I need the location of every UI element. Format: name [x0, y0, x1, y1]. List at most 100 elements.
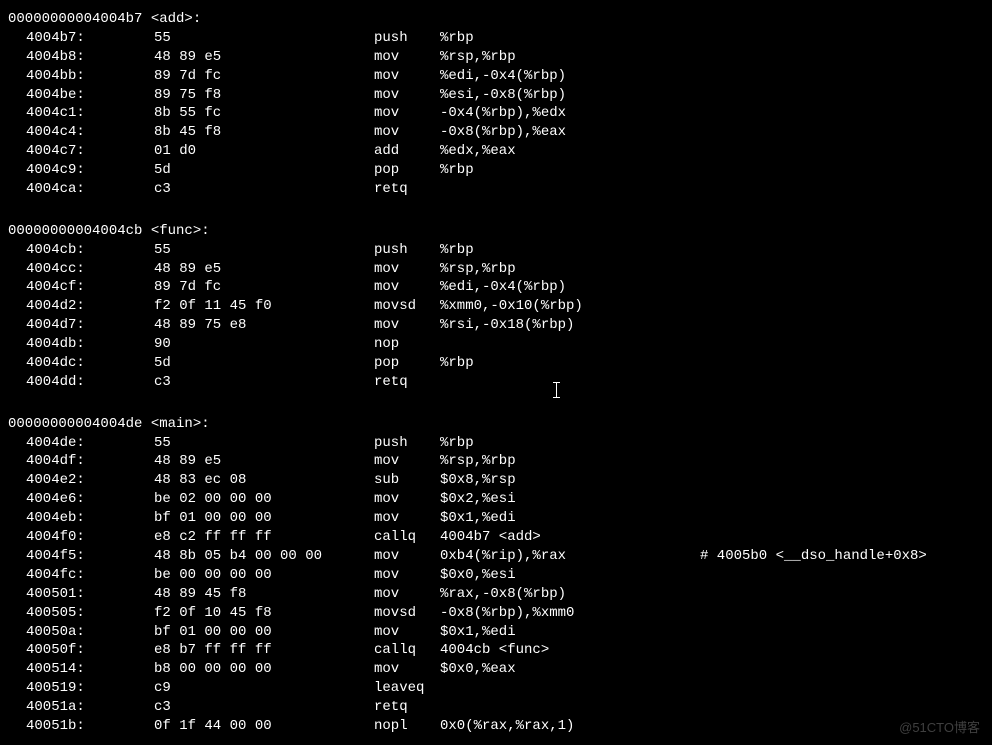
address: 4004cf:: [8, 278, 112, 297]
operands: 0x0(%rax,%rax,1): [440, 717, 700, 736]
hex-bytes: 89 7d fc: [112, 67, 374, 86]
disasm-row: 4004cb:55push%rbp: [8, 241, 984, 260]
comment: [700, 434, 984, 453]
disasm-row: 4004f5:48 8b 05 b4 00 00 00mov0xb4(%rip)…: [8, 547, 984, 566]
operands: 4004cb <func>: [440, 641, 700, 660]
address: 4004ca:: [8, 180, 112, 199]
operands: %rbp: [440, 29, 700, 48]
hex-bytes: f2 0f 10 45 f8: [112, 604, 374, 623]
operands: 0xb4(%rip),%rax: [440, 547, 700, 566]
mnemonic: retq: [374, 180, 440, 199]
address: 400519:: [8, 679, 112, 698]
hex-bytes: 48 89 e5: [112, 48, 374, 67]
hex-bytes: 48 89 e5: [112, 452, 374, 471]
address: 4004fc:: [8, 566, 112, 585]
comment: [700, 623, 984, 642]
comment: [700, 604, 984, 623]
address: 4004df:: [8, 452, 112, 471]
comment: [700, 698, 984, 717]
disasm-row: 4004f0:e8 c2 ff ff ffcallq4004b7 <add>: [8, 528, 984, 547]
operands: -0x4(%rbp),%edx: [440, 104, 700, 123]
hex-bytes: bf 01 00 00 00: [112, 623, 374, 642]
address: 4004d7:: [8, 316, 112, 335]
address: 4004bb:: [8, 67, 112, 86]
mnemonic: callq: [374, 641, 440, 660]
disasm-row: 4004b8:48 89 e5mov%rsp,%rbp: [8, 48, 984, 67]
disasm-row: 40051a:c3retq: [8, 698, 984, 717]
address: 4004c4:: [8, 123, 112, 142]
hex-bytes: 55: [112, 434, 374, 453]
address: 4004c7:: [8, 142, 112, 161]
hex-bytes: 89 75 f8: [112, 86, 374, 105]
mnemonic: mov: [374, 67, 440, 86]
disasm-row: 4004c9:5dpop%rbp: [8, 161, 984, 180]
hex-bytes: be 00 00 00 00: [112, 566, 374, 585]
disasm-row: 40051b:0f 1f 44 00 00nopl0x0(%rax,%rax,1…: [8, 717, 984, 736]
address: 40050a:: [8, 623, 112, 642]
disasm-row: 4004d7:48 89 75 e8mov%rsi,-0x18(%rbp): [8, 316, 984, 335]
comment: [700, 528, 984, 547]
comment: [700, 509, 984, 528]
disasm-row: 40050a:bf 01 00 00 00mov$0x1,%edi: [8, 623, 984, 642]
mnemonic: mov: [374, 623, 440, 642]
disasm-row: 4004de:55push%rbp: [8, 434, 984, 453]
mnemonic: mov: [374, 260, 440, 279]
mnemonic: retq: [374, 373, 440, 392]
disasm-row: 4004d2:f2 0f 11 45 f0movsd%xmm0,-0x10(%r…: [8, 297, 984, 316]
address: 4004b7:: [8, 29, 112, 48]
mnemonic: sub: [374, 471, 440, 490]
comment: [700, 679, 984, 698]
disasm-row: 4004c7:01 d0add%edx,%eax: [8, 142, 984, 161]
address: 4004dd:: [8, 373, 112, 392]
hex-bytes: 55: [112, 29, 374, 48]
address: 4004db:: [8, 335, 112, 354]
address: 4004f5:: [8, 547, 112, 566]
mnemonic: mov: [374, 490, 440, 509]
operands: 4004b7 <add>: [440, 528, 700, 547]
address: 40051b:: [8, 717, 112, 736]
mnemonic: movsd: [374, 604, 440, 623]
comment: [700, 490, 984, 509]
hex-bytes: c3: [112, 698, 374, 717]
address: 400514:: [8, 660, 112, 679]
operands: %rsp,%rbp: [440, 48, 700, 67]
mnemonic: mov: [374, 452, 440, 471]
mnemonic: nopl: [374, 717, 440, 736]
hex-bytes: 48 83 ec 08: [112, 471, 374, 490]
mnemonic: movsd: [374, 297, 440, 316]
disasm-row: 4004dd:c3retq: [8, 373, 984, 392]
disasm-row: 4004cc:48 89 e5mov%rsp,%rbp: [8, 260, 984, 279]
address: 4004f0:: [8, 528, 112, 547]
comment: [700, 104, 984, 123]
mnemonic: mov: [374, 585, 440, 604]
disasm-row: 400505:f2 0f 10 45 f8movsd-0x8(%rbp),%xm…: [8, 604, 984, 623]
hex-bytes: bf 01 00 00 00: [112, 509, 374, 528]
address: 400501:: [8, 585, 112, 604]
hex-bytes: e8 b7 ff ff ff: [112, 641, 374, 660]
operands: %rsi,-0x18(%rbp): [440, 316, 700, 335]
hex-bytes: be 02 00 00 00: [112, 490, 374, 509]
disassembly-output[interactable]: 00000000004004b7 <add>:4004b7:55push%rbp…: [0, 0, 992, 744]
address: 400505:: [8, 604, 112, 623]
operands: -0x8(%rbp),%eax: [440, 123, 700, 142]
operands: %rsp,%rbp: [440, 260, 700, 279]
mnemonic: callq: [374, 528, 440, 547]
mnemonic: mov: [374, 86, 440, 105]
hex-bytes: 89 7d fc: [112, 278, 374, 297]
comment: [700, 278, 984, 297]
mnemonic: leaveq: [374, 679, 440, 698]
comment: [700, 297, 984, 316]
mnemonic: mov: [374, 48, 440, 67]
operands: %rbp: [440, 354, 700, 373]
comment: [700, 335, 984, 354]
address: 4004c9:: [8, 161, 112, 180]
disasm-row: 4004c1:8b 55 fcmov-0x4(%rbp),%edx: [8, 104, 984, 123]
operands: $0x2,%esi: [440, 490, 700, 509]
operands: %edx,%eax: [440, 142, 700, 161]
operands: %rax,-0x8(%rbp): [440, 585, 700, 604]
hex-bytes: c3: [112, 180, 374, 199]
text-cursor-icon: [556, 382, 557, 398]
comment: [700, 67, 984, 86]
hex-bytes: 0f 1f 44 00 00: [112, 717, 374, 736]
mnemonic: mov: [374, 509, 440, 528]
